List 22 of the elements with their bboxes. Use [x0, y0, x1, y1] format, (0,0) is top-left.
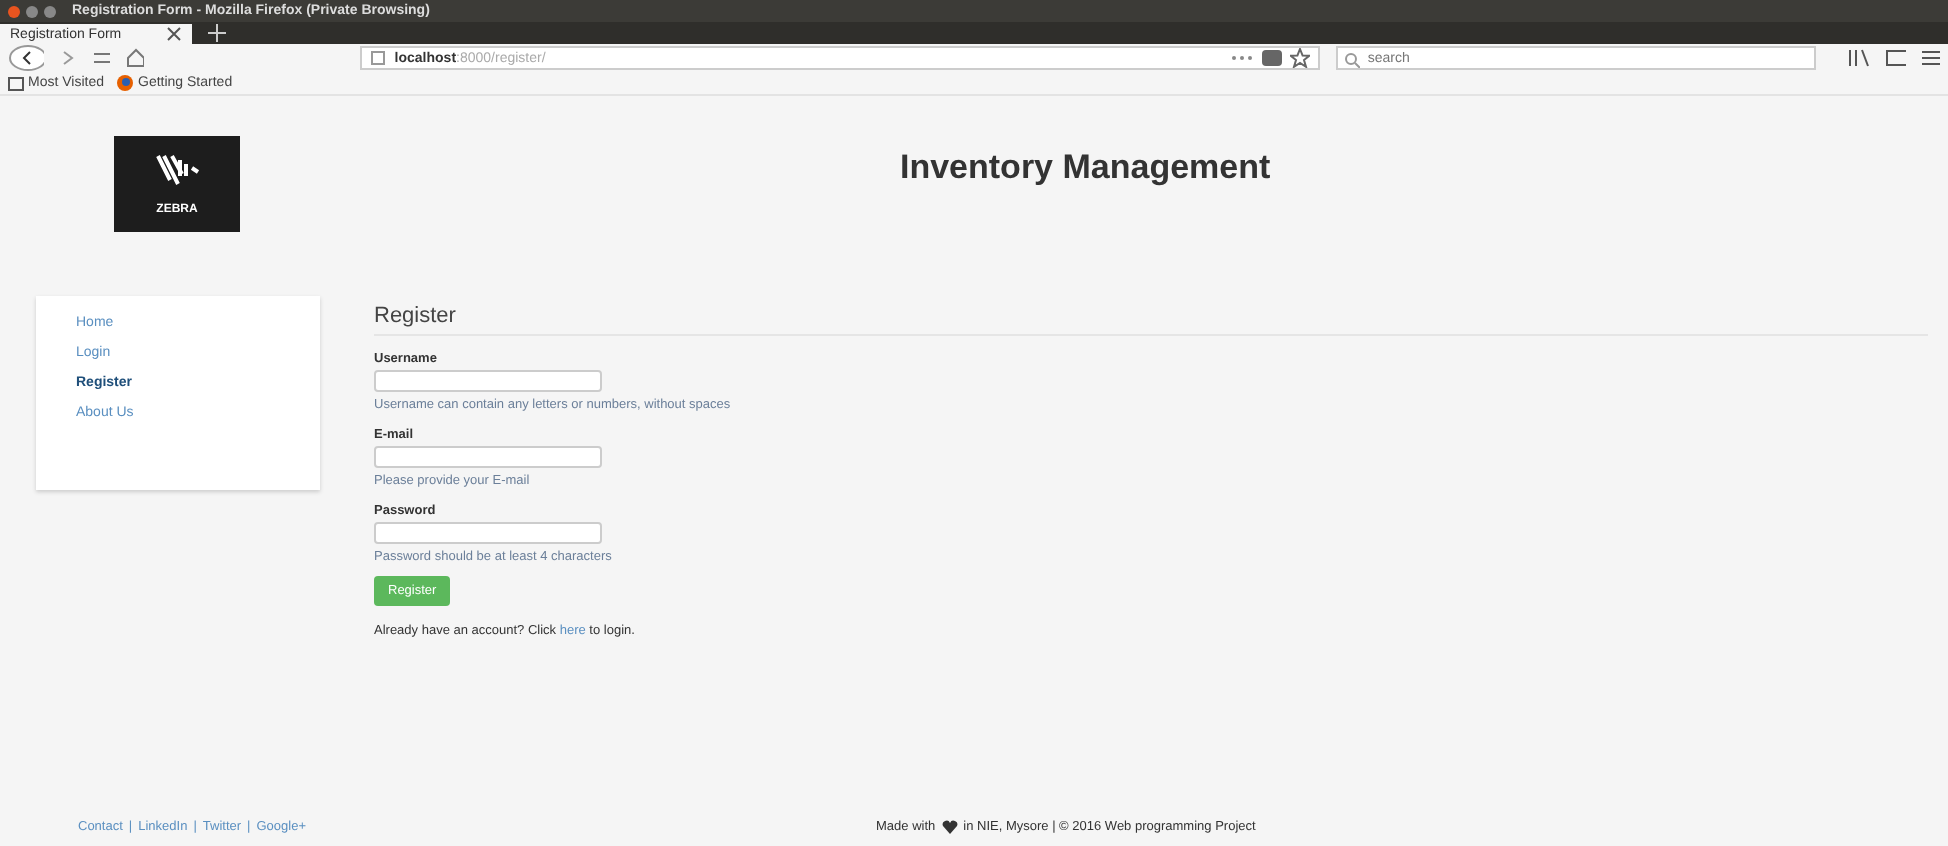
forward-icon[interactable] — [59, 48, 74, 68]
more-icon[interactable] — [1229, 52, 1254, 64]
new-tab-icon[interactable] — [208, 24, 226, 42]
close-icon[interactable] — [166, 26, 182, 42]
minimize-icon[interactable] — [26, 5, 38, 17]
library-icon[interactable] — [1847, 48, 1869, 68]
globe-icon — [116, 74, 134, 92]
menu-icon[interactable] — [1922, 48, 1940, 68]
site-title: Inventory Management — [900, 148, 1271, 188]
input-field[interactable] — [374, 522, 602, 544]
form-title: Register — [374, 304, 1928, 336]
home-icon[interactable] — [126, 48, 145, 68]
input-field[interactable] — [374, 446, 602, 468]
back-icon[interactable] — [8, 44, 44, 72]
page-icon — [370, 50, 387, 66]
maximize-icon[interactable] — [44, 5, 56, 17]
heart-icon — [941, 819, 958, 833]
close-icon[interactable] — [8, 5, 20, 17]
grid-icon — [8, 75, 24, 91]
star-icon[interactable] — [1289, 48, 1310, 68]
input-field[interactable] — [374, 370, 602, 392]
sidebar-icon[interactable] — [1885, 48, 1907, 68]
